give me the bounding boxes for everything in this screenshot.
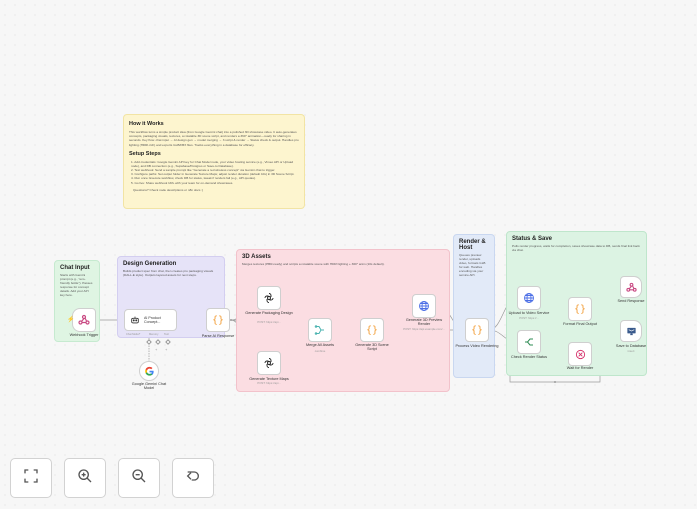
node-label: Google Gemini Chat Model bbox=[131, 382, 167, 391]
node-wait-for-render[interactable] bbox=[568, 342, 592, 366]
braces-icon: {} bbox=[365, 324, 379, 336]
port-chat-model: Chat Model* bbox=[126, 333, 141, 336]
trigger-bolt-icon: ⚡ bbox=[67, 317, 74, 323]
node-label: Generate 3D Scene Script bbox=[355, 343, 389, 352]
webhook-icon bbox=[625, 282, 637, 293]
globe-icon bbox=[418, 300, 430, 312]
node-process-video-rendering[interactable]: {} bbox=[465, 318, 489, 342]
stop-icon bbox=[575, 349, 586, 360]
node-label: Webhook Trigger bbox=[69, 333, 99, 337]
node-label: Generate Packaging Design bbox=[245, 311, 293, 315]
port-diamond[interactable] bbox=[146, 339, 152, 345]
workflow-canvas[interactable]: How it Works This workflow turns a simpl… bbox=[0, 0, 697, 509]
group-title: Chat Input bbox=[60, 265, 90, 271]
group-render-host[interactable]: Render & Host Queues preview render, upl… bbox=[453, 234, 495, 378]
setup-title: Setup Steps bbox=[129, 150, 161, 157]
node-sublabel: POST: https://api... bbox=[257, 320, 281, 324]
how-intro: This workflow turns a simple product ide… bbox=[129, 130, 299, 147]
group-title: Design Generation bbox=[123, 261, 177, 267]
undo-button[interactable] bbox=[172, 458, 214, 498]
node-format-final-output[interactable]: {} bbox=[568, 297, 592, 321]
node-label: Merge All Assets bbox=[305, 343, 335, 347]
merge-icon bbox=[314, 324, 326, 336]
zoom-in-button[interactable] bbox=[64, 458, 106, 498]
webhook-icon bbox=[78, 314, 90, 326]
port-diamond[interactable] bbox=[165, 339, 171, 345]
node-label: Check Render Status bbox=[510, 355, 548, 359]
node-google-gemini-chat-model[interactable] bbox=[139, 361, 159, 381]
node-label: Save to Database bbox=[615, 344, 647, 348]
node-generate-packaging-design[interactable] bbox=[257, 286, 281, 310]
database-icon bbox=[626, 326, 637, 337]
node-label: Wait for Render bbox=[566, 366, 594, 370]
port-plus-icon[interactable]: + bbox=[155, 347, 157, 352]
node-generate-3d-preview-render[interactable] bbox=[412, 294, 436, 318]
group-description: Queues preview render, uploads video, fo… bbox=[459, 253, 486, 278]
branch-icon bbox=[523, 336, 535, 348]
port-memory: Memory bbox=[149, 333, 159, 336]
group-title: Status & Save bbox=[512, 236, 553, 242]
node-parse-ai-response[interactable]: {} bbox=[206, 308, 230, 332]
setup-steps: 1. Add credentials: Google Gemini API ke… bbox=[129, 160, 299, 185]
fit-view-button[interactable] bbox=[10, 458, 52, 498]
node-merge-all-assets[interactable] bbox=[308, 318, 332, 342]
node-ai-product-concept[interactable]: AI Product Concept... bbox=[124, 309, 177, 331]
braces-icon: {} bbox=[470, 324, 484, 336]
node-label: Send Response bbox=[617, 299, 645, 303]
node-generate-texture-maps[interactable] bbox=[257, 351, 281, 375]
node-upload-to-video-service[interactable] bbox=[517, 286, 541, 310]
openai-icon bbox=[263, 357, 275, 369]
google-icon bbox=[144, 366, 155, 377]
setup-step: 1. Add credentials: Google Gemini API ke… bbox=[131, 159, 294, 168]
port-tool: Tool bbox=[164, 333, 169, 336]
node-title: AI Product Concept... bbox=[144, 315, 161, 324]
node-sublabel: POST: https://... bbox=[519, 316, 539, 320]
node-generate-3d-scene-script[interactable]: {} bbox=[360, 318, 384, 342]
group-title: Render & Host bbox=[459, 239, 486, 251]
node-save-to-database[interactable] bbox=[620, 320, 642, 342]
openai-icon bbox=[263, 292, 275, 304]
robot-icon bbox=[130, 315, 140, 325]
port-diamond[interactable] bbox=[155, 339, 161, 345]
node-label: Generate 3D Preview Render bbox=[405, 318, 443, 327]
setup-step: 5. Go live: Share webhook URL with your … bbox=[131, 180, 234, 185]
node-sublabel: POST: https://api... bbox=[257, 381, 281, 385]
how-it-works-note[interactable]: How it Works This workflow turns a simpl… bbox=[123, 114, 305, 209]
node-label: Process Video Rendering bbox=[455, 344, 499, 348]
globe-icon bbox=[523, 292, 535, 304]
node-send-response[interactable] bbox=[620, 276, 642, 298]
node-webhook-trigger[interactable] bbox=[72, 308, 96, 332]
node-sublabel: combine bbox=[314, 349, 326, 353]
zoom-in-icon bbox=[77, 468, 93, 489]
group-description: Merges textures (PBR-ready) and scripts … bbox=[242, 262, 385, 266]
port-plus-icon[interactable]: + bbox=[165, 347, 167, 352]
how-footer: Questions? Check node descriptions or n8… bbox=[133, 187, 204, 192]
undo-icon bbox=[185, 468, 201, 489]
braces-icon: {} bbox=[573, 303, 587, 315]
fit-view-icon bbox=[23, 468, 39, 489]
group-description: Polls render progress, waits for complet… bbox=[512, 244, 640, 253]
how-title: How it Works bbox=[129, 121, 164, 127]
zoom-out-button[interactable] bbox=[118, 458, 160, 498]
node-label: Format Final Output bbox=[563, 322, 597, 326]
braces-icon: {} bbox=[211, 314, 225, 326]
node-label: Parse AI Response bbox=[201, 334, 235, 338]
node-sublabel: POST: https://api.example.com/... bbox=[403, 327, 445, 331]
group-description: Starts with Gemini prompt (e.g., "eco-fr… bbox=[60, 273, 93, 298]
node-sublabel: insert bbox=[627, 349, 635, 353]
node-label: Upload to Video Service bbox=[508, 311, 550, 315]
group-description: Builds product spec from chat, then crea… bbox=[123, 269, 214, 278]
group-title: 3D Assets bbox=[242, 254, 271, 260]
node-check-render-status[interactable] bbox=[517, 330, 541, 354]
zoom-out-icon bbox=[131, 468, 147, 489]
